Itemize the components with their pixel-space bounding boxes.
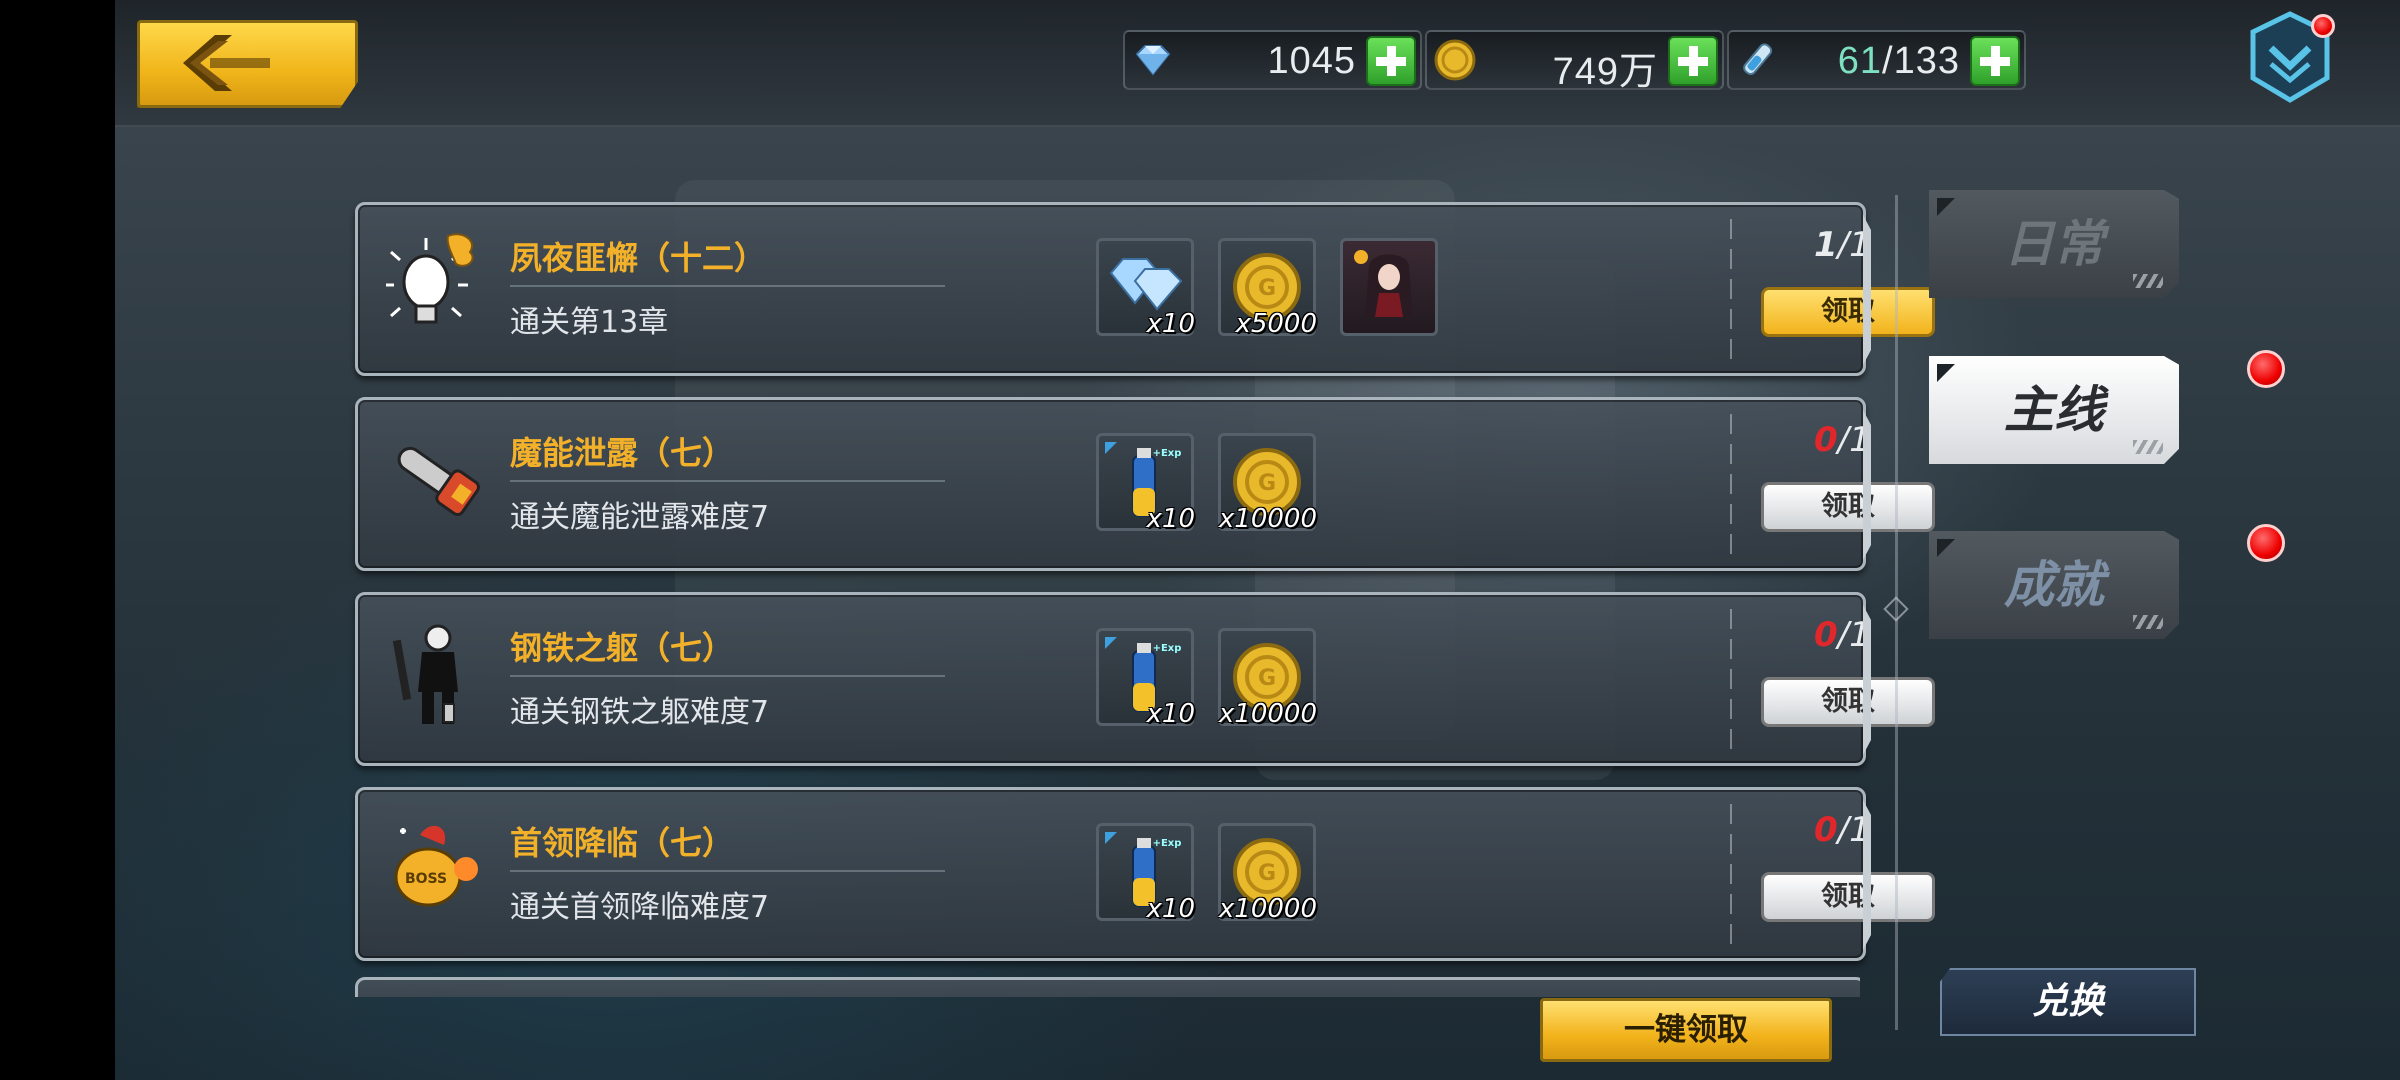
notification-dot (2247, 524, 2285, 562)
diamond-icon (1135, 45, 1171, 76)
reward-gold[interactable]: G x5000 (1218, 238, 1317, 339)
claim-button[interactable]: 领取 (1761, 872, 1935, 922)
svg-text:G: G (1258, 861, 1276, 886)
quest-row-partial (355, 977, 1860, 997)
tab-achievement[interactable]: 成就 (1929, 531, 2179, 639)
quest-progress: 0/1 (1814, 615, 1871, 655)
tab-label: 主线 (2004, 381, 2104, 439)
quest-row: 夙夜匪懈（十二） 通关第13章 x10 G x5000 1/1 领取 (355, 202, 1935, 376)
reward-count: x10000 (1218, 504, 1317, 534)
quest-description: 通关首领降临难度7 (510, 890, 770, 925)
divider (1730, 609, 1732, 749)
quest-row: 魔能泄露（七） 通关魔能泄露难度7 +Exp x10 G x10000 0/1 … (355, 397, 1935, 571)
add-gold-button[interactable] (1668, 36, 1718, 86)
reward-gold[interactable]: G x10000 (1218, 628, 1317, 729)
add-diamonds-button[interactable] (1366, 36, 1416, 86)
quest-progress: 0/1 (1814, 420, 1871, 460)
diamond-amount: 1045 (1267, 40, 1356, 82)
divider (1730, 414, 1732, 554)
claim-button[interactable]: 领取 (1761, 677, 1935, 727)
top-bar: 1045 749万 61/133 (115, 0, 2400, 127)
reward-count: x10 (1146, 309, 1195, 339)
lightbulb-icon (386, 233, 474, 324)
reward-count: x10000 (1218, 894, 1317, 924)
back-arrow-icon (183, 35, 270, 91)
tab-daily[interactable]: 日常 (1929, 190, 2179, 298)
diamond-icon (1109, 258, 1183, 311)
svg-text:G: G (1258, 666, 1276, 691)
game-screen: 1045 749万 61/133 夙夜匪懈（十二） 通关第13章 x10 G x… (115, 0, 2400, 1080)
reward-count: x10 (1146, 699, 1195, 729)
tab-label: 成就 (2004, 556, 2104, 614)
svg-text:G: G (1258, 276, 1276, 301)
quest-description: 通关第13章 (510, 305, 669, 340)
svg-text:G: G (1258, 471, 1276, 496)
reward-count: x10000 (1218, 699, 1317, 729)
stamina-amount: 61/133 (1837, 40, 1960, 82)
quest-title: 魔能泄露（七） (510, 434, 735, 472)
quest-row: 钢铁之躯（七） 通关钢铁之躯难度7 +Exp x10 G x10000 0/1 … (355, 592, 1935, 766)
quest-progress: 0/1 (1814, 810, 1871, 850)
claim-button[interactable]: 领取 (1761, 287, 1935, 337)
chainsaw-icon (397, 446, 480, 517)
tab-label: 日常 (2004, 215, 2104, 273)
reward-character-portrait[interactable] (1340, 238, 1438, 336)
boss-icon: BOSS (394, 825, 478, 907)
quest-description: 通关魔能泄露难度7 (510, 500, 770, 535)
svg-text:+Exp: +Exp (1153, 448, 1182, 459)
soldier-icon (392, 624, 458, 724)
exchange-button[interactable]: 兑换 (1940, 968, 2196, 1036)
svg-text:+Exp: +Exp (1153, 643, 1182, 654)
notification-dot (2247, 350, 2285, 388)
reward-gold[interactable]: G x10000 (1218, 433, 1317, 534)
divider (510, 285, 945, 287)
svg-text:+Exp: +Exp (1153, 838, 1182, 849)
divider (510, 675, 945, 677)
add-stamina-button[interactable] (1970, 36, 2020, 86)
character-portrait-icon (1354, 250, 1413, 317)
gold-coin-icon (1434, 39, 1476, 81)
divider (1730, 219, 1732, 359)
reward-gold[interactable]: G x10000 (1218, 823, 1317, 924)
claim-all-button[interactable]: 一键领取 (1540, 998, 1832, 1062)
stamina-counter: 61/133 (1727, 30, 2026, 90)
diamond-counter: 1045 (1123, 30, 1422, 90)
reward-exp-potion[interactable]: +Exp x10 (1096, 433, 1195, 534)
stamina-vial-icon (1743, 43, 1773, 76)
divider (510, 870, 945, 872)
reward-exp-potion[interactable]: +Exp x10 (1096, 823, 1195, 924)
svg-text:BOSS: BOSS (405, 871, 447, 887)
reward-count: x10 (1146, 504, 1195, 534)
divider (510, 480, 945, 482)
quest-title: 首领降临（七） (510, 824, 735, 862)
gold-counter: 749万 (1425, 30, 1724, 93)
reward-count: x5000 (1235, 309, 1317, 339)
quest-title: 钢铁之躯（七） (510, 629, 735, 667)
gold-amount: 749万 (1552, 51, 1658, 93)
claim-button[interactable]: 领取 (1761, 482, 1935, 532)
tab-main[interactable]: 主线 (1929, 356, 2179, 464)
divider (1730, 804, 1732, 944)
reward-exp-potion[interactable]: +Exp x10 (1096, 628, 1195, 729)
menu-button[interactable] (2245, 10, 2335, 105)
back-button[interactable] (137, 20, 358, 108)
quest-progress: 1/1 (1814, 225, 1871, 265)
notification-dot (2311, 14, 2335, 38)
quest-title: 夙夜匪懈（十二） (510, 239, 767, 277)
reward-diamond[interactable]: x10 (1096, 238, 1195, 339)
reward-count: x10 (1146, 894, 1195, 924)
quest-row: BOSS 首领降临（七） 通关首领降临难度7 +Exp x10 G x10000 (355, 787, 1935, 961)
quest-description: 通关钢铁之躯难度7 (510, 695, 770, 730)
